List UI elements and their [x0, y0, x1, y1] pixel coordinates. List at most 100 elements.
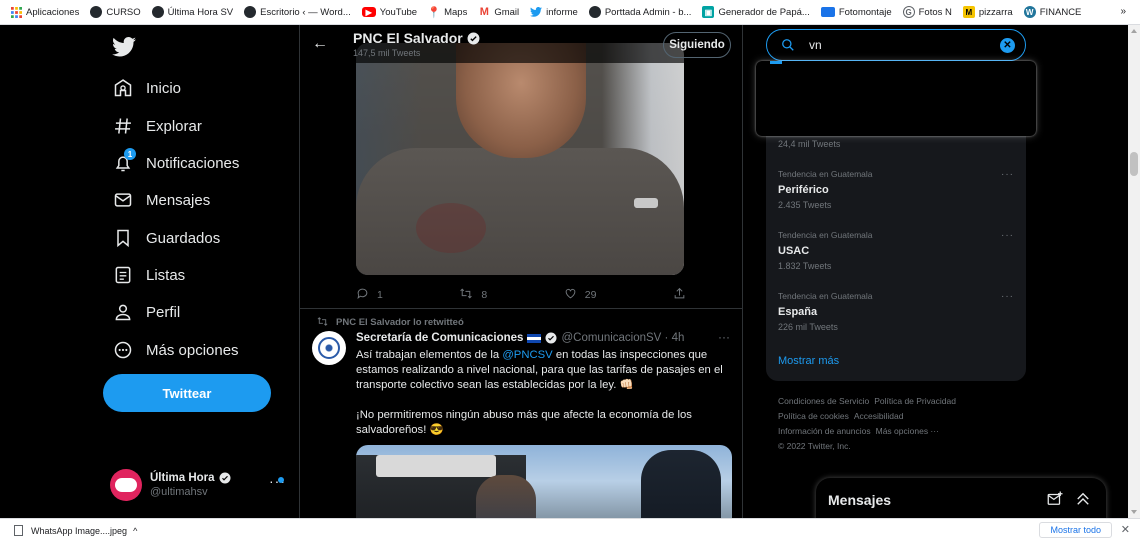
footer-link[interactable]: Información de anuncios	[778, 426, 871, 436]
footer-link[interactable]: Más opciones ···	[876, 426, 939, 436]
scroll-down-arrow-icon[interactable]	[1131, 510, 1137, 514]
new-message-icon[interactable]	[1046, 490, 1064, 508]
bookmark-label: Fotomontaje	[838, 6, 892, 18]
following-button[interactable]: Siguiendo	[663, 32, 731, 58]
nav-item-mas-opciones[interactable]: Más opciones	[112, 337, 239, 363]
back-arrow-icon[interactable]: ←	[312, 35, 328, 53]
author-name[interactable]: Secretaría de Comunicaciones	[356, 332, 523, 344]
nav-item-inicio[interactable]: Inicio	[112, 75, 181, 101]
bookmark-label: Escritorio ‹ — Word...	[260, 6, 351, 18]
bookmark-generador[interactable]: ▣ Generador de Papá...	[702, 6, 810, 18]
wordpress-icon: W	[1023, 6, 1036, 18]
trend-context: Tendencia en Guatemala	[778, 291, 873, 301]
scrollbar-thumb[interactable]	[1130, 152, 1138, 176]
trend-more-icon[interactable]: ···	[1001, 291, 1014, 302]
share-button[interactable]	[673, 287, 686, 303]
bookmark-fotos-n[interactable]: G Fotos N	[902, 6, 952, 18]
nav-item-listas[interactable]: Listas	[112, 262, 185, 288]
search-icon	[781, 38, 795, 52]
m-icon: M	[962, 6, 975, 18]
download-item[interactable]: WhatsApp Image....jpeg ^	[14, 525, 137, 536]
nav-label: Más opciones	[146, 341, 239, 359]
messages-drawer[interactable]: Mensajes	[816, 478, 1106, 518]
search-box[interactable]: ✕	[766, 29, 1026, 61]
bookmark-finance[interactable]: W FINANCE	[1023, 6, 1081, 18]
footer-link[interactable]: Condiciones de Servicio	[778, 396, 869, 406]
twitter-app: Inicio Explorar 1 Notificaciones Mensaje…	[0, 25, 1128, 518]
footer-links: Condiciones de Servicio Política de Priva…	[778, 394, 1008, 454]
footer-link[interactable]: Política de cookies	[778, 411, 849, 421]
scroll-up-arrow-icon[interactable]	[1131, 29, 1137, 33]
trend-more-icon[interactable]: ···	[1001, 230, 1014, 241]
bookmark-pizzarra[interactable]: Mpizzarra	[962, 6, 1013, 18]
trend-item[interactable]: Tendencia en Guatemala España 226 mil Tw…	[778, 291, 1018, 332]
github-icon	[90, 6, 103, 18]
bookmark-fotomontaje[interactable]: Fotomontaje	[820, 6, 892, 18]
tweet-divider	[300, 308, 742, 309]
chevron-up-icon[interactable]	[1074, 490, 1092, 508]
copyright: © 2022 Twitter, Inc.	[778, 441, 851, 451]
author-handle[interactable]: @ComunicacionSV · 4h	[561, 332, 684, 344]
retweeted-by-label[interactable]: PNC El Salvador lo retwitteó	[336, 317, 464, 328]
like-button[interactable]: 29	[564, 287, 596, 303]
bookmarks-bar: Aplicaciones CURSO Última Hora SV Escrit…	[0, 0, 1140, 25]
footer-link[interactable]: Accesibilidad	[854, 411, 904, 421]
download-chevron-icon[interactable]: ^	[133, 526, 137, 536]
bookmark-escritorio[interactable]: Escritorio ‹ — Word...	[244, 6, 351, 18]
twitter-icon	[530, 6, 543, 18]
clear-search-icon[interactable]: ✕	[1000, 38, 1015, 53]
nav-item-perfil[interactable]: Perfil	[112, 299, 180, 325]
tweet-button[interactable]: Twittear	[103, 374, 271, 412]
account-switcher[interactable]: Última Hora @ultimahsv ···	[110, 463, 286, 507]
search-input[interactable]	[809, 36, 989, 54]
trend-context: Tendencia en Guatemala	[778, 169, 873, 179]
timeline-column: ← PNC El Salvador 147,5 mil Tweets Sigui…	[299, 25, 743, 518]
trend-title: USAC	[778, 245, 810, 257]
close-shelf-icon[interactable]: ✕	[1121, 523, 1130, 536]
bookmark-gmail[interactable]: M Gmail	[478, 6, 519, 18]
twitter-logo-icon[interactable]	[112, 37, 136, 57]
retweet-context: PNC El Salvador lo retwitteó	[317, 317, 464, 328]
left-sidebar: Inicio Explorar 1 Notificaciones Mensaje…	[100, 25, 300, 518]
download-filename: WhatsApp Image....jpeg	[31, 525, 128, 536]
nav-label: Perfil	[146, 303, 181, 321]
tweet-photo[interactable]	[356, 43, 684, 275]
bookmark-informe[interactable]: informe	[530, 6, 578, 18]
search-suggestions-dropdown	[756, 61, 1036, 136]
tweet-header: Secretaría de Comunicaciones @Comunicaci…	[356, 332, 684, 344]
tweet-more-icon[interactable]: ···	[718, 330, 730, 344]
reply-button[interactable]: 1	[356, 287, 383, 303]
unread-dot	[278, 477, 284, 483]
nav-item-notificaciones[interactable]: 1 Notificaciones	[112, 148, 239, 176]
bookmark-porttada-admin[interactable]: Porttada Admin - b...	[588, 6, 691, 18]
trend-title: España	[778, 306, 818, 318]
nav-item-guardados[interactable]: Guardados	[112, 225, 220, 251]
github-icon	[244, 6, 257, 18]
trend-more-icon[interactable]: ···	[1001, 169, 1014, 180]
trend-context: Tendencia en Guatemala	[778, 230, 873, 240]
tweet-actions: 1 8 29	[356, 287, 686, 303]
mention-link[interactable]: @PNCSV	[502, 349, 552, 361]
trend-item[interactable]: Tendencia en Guatemala USAC 1.832 Tweets…	[778, 230, 1018, 271]
avatar[interactable]	[312, 331, 346, 365]
footer-link[interactable]: Política de Privacidad	[874, 396, 956, 406]
list-icon	[112, 264, 134, 286]
reply-count: 1	[377, 289, 383, 301]
trend-title: Periférico	[778, 184, 829, 196]
nav-item-explorar[interactable]: Explorar	[112, 113, 202, 139]
show-more-link[interactable]: Mostrar más	[778, 355, 839, 367]
trend-item[interactable]: Tendencia en Guatemala Periférico 2.435 …	[778, 169, 1018, 210]
page-scrollbar[interactable]	[1128, 25, 1140, 518]
retweet-button[interactable]: 8	[459, 287, 487, 303]
bookmark-curso[interactable]: CURSO	[90, 6, 141, 18]
nav-item-mensajes[interactable]: Mensajes	[112, 187, 210, 213]
show-all-button[interactable]: Mostrar todo	[1039, 522, 1112, 538]
bookmark-youtube[interactable]: ▶ YouTube	[361, 7, 417, 18]
bookmark-ultima-hora[interactable]: Última Hora SV	[151, 6, 233, 18]
bookmark-maps[interactable]: 📍 Maps	[427, 6, 467, 19]
bookmark-aplicaciones[interactable]: Aplicaciones	[10, 6, 79, 18]
bookmarks-overflow-button[interactable]: »	[1120, 6, 1126, 17]
tweet-photo[interactable]	[356, 445, 732, 518]
bookmark-label: Generador de Papá...	[718, 6, 810, 18]
bookmark-label: informe	[546, 6, 578, 18]
